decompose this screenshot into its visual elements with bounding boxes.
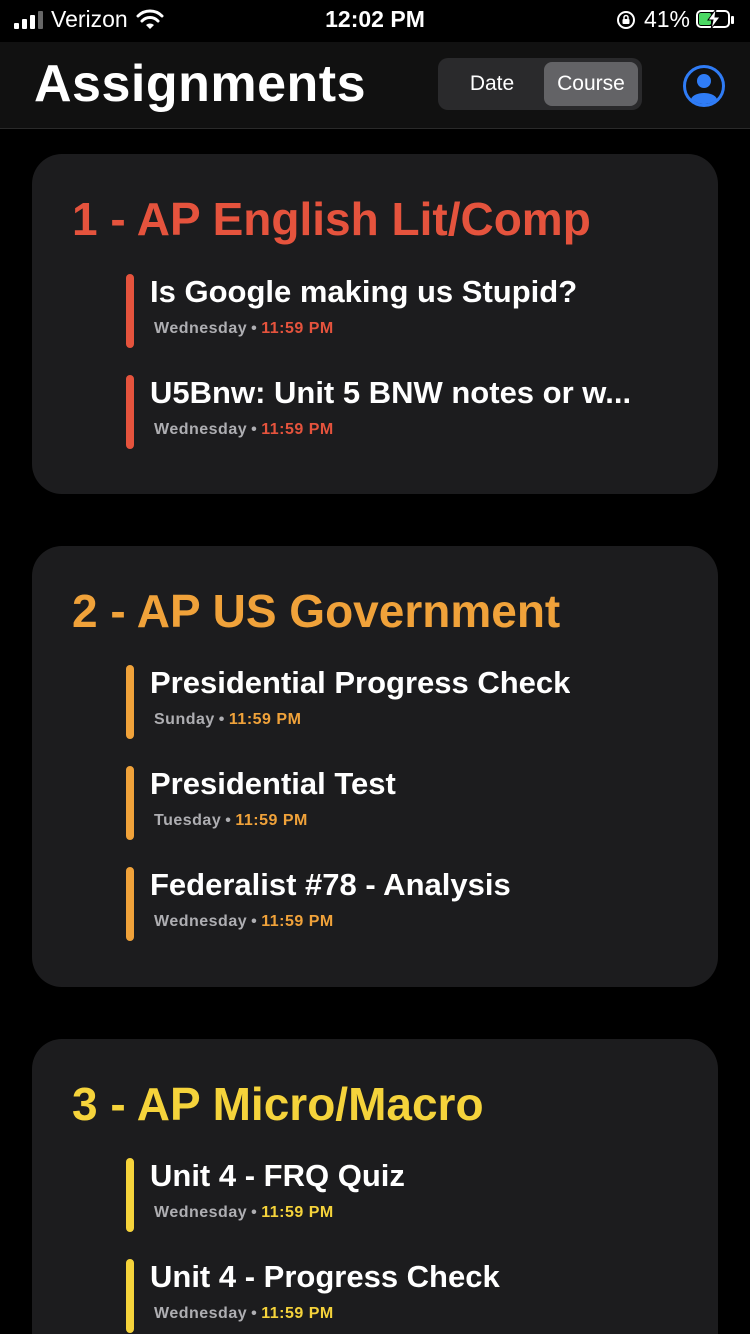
course-color-bar	[126, 1158, 134, 1232]
course-title: 2 - AP US Government	[72, 585, 561, 637]
separator-dot: •	[251, 421, 258, 438]
assignment-item[interactable]: Presidential Progress Check Sunday • 11:59…	[126, 665, 686, 739]
due-day: Tuesday	[154, 812, 222, 829]
course-color-bar	[126, 274, 134, 348]
due-day: Sunday	[154, 711, 215, 728]
assignment-name: Presidential Progress Check	[150, 665, 571, 700]
due-time: 11:59 PM	[261, 913, 334, 930]
due-day: Wednesday	[154, 1204, 248, 1221]
assignment-due: Wednesday • 11:59 PM	[154, 1305, 334, 1323]
assignment-name: Federalist #78 - Analysis	[150, 867, 511, 902]
course-card-english: 1 - AP English Lit/Comp Is Google making…	[32, 154, 718, 494]
assignment-due: Wednesday • 11:59 PM	[154, 1204, 334, 1222]
due-time: 11:59 PM	[228, 711, 302, 728]
separator-dot: •	[251, 913, 258, 930]
assignment-name: Is Google making us Stupid?	[150, 274, 578, 309]
assignment-item[interactable]: Federalist #78 - Analysis Wednesday • 11:5…	[126, 867, 686, 941]
course-color-bar	[126, 1259, 134, 1333]
nav-header: Assignments Date Course	[0, 42, 750, 129]
rotation-lock-icon	[616, 10, 635, 29]
due-time: 11:59 PM	[261, 320, 334, 337]
segment-date[interactable]: Date	[442, 62, 542, 106]
sort-segmented-control: Date Course	[438, 58, 642, 110]
assignment-item[interactable]: Presidential Test Tuesday • 11:59 PM	[126, 766, 686, 840]
assignment-item[interactable]: U5Bnw: Unit 5 BNW notes or w... Wednesda…	[126, 375, 686, 449]
assignment-name: Unit 4 - Progress Check	[150, 1259, 500, 1294]
battery-percent: 41%	[643, 6, 690, 32]
profile-icon[interactable]	[682, 64, 726, 108]
course-color-bar	[126, 375, 134, 449]
course-card-economics: 3 - AP Micro/Macro Unit 4 - FRQ Quiz Wed…	[32, 1039, 718, 1334]
battery-icon	[696, 8, 736, 30]
due-day: Wednesday	[154, 913, 248, 930]
course-title: 1 - AP English Lit/Comp	[72, 193, 591, 245]
course-color-bar	[126, 766, 134, 840]
course-color-bar	[126, 665, 134, 739]
course-card-government: 2 - AP US Government Presidential Progre…	[32, 546, 718, 987]
status-right: 41%	[616, 6, 736, 33]
due-day: Wednesday	[154, 421, 248, 438]
separator-dot: •	[225, 812, 232, 829]
assignment-name: Presidential Test	[150, 766, 396, 801]
separator-dot: •	[251, 1204, 258, 1221]
due-day: Wednesday	[154, 320, 248, 337]
assignment-name: Unit 4 - FRQ Quiz	[150, 1158, 405, 1193]
assignment-due: Wednesday • 11:59 PM	[154, 320, 334, 338]
assignment-due: Sunday • 11:59 PM	[154, 711, 301, 729]
status-bar: Verizon 12:02 PM 41%	[0, 0, 750, 42]
due-time: 11:59 PM	[261, 1305, 334, 1322]
course-color-bar	[126, 867, 134, 941]
segment-course[interactable]: Course	[544, 62, 638, 106]
course-title: 3 - AP Micro/Macro	[72, 1078, 484, 1130]
separator-dot: •	[251, 320, 258, 337]
due-time: 11:59 PM	[235, 812, 308, 829]
due-time: 11:59 PM	[261, 421, 334, 438]
assignment-due: Tuesday • 11:59 PM	[154, 812, 308, 830]
due-time: 11:59 PM	[261, 1204, 334, 1221]
assignment-due: Wednesday • 11:59 PM	[154, 913, 334, 931]
assignment-item[interactable]: Is Google making us Stupid? Wednesday • 11…	[126, 274, 686, 348]
assignment-due: Wednesday • 11:59 PM	[154, 421, 334, 439]
due-day: Wednesday	[154, 1305, 248, 1322]
page-title: Assignments	[34, 55, 367, 113]
assignment-name: U5Bnw: Unit 5 BNW notes or w...	[150, 375, 632, 410]
separator-dot: •	[218, 711, 225, 728]
assignment-item[interactable]: Unit 4 - Progress Check Wednesday • 11:59 …	[126, 1259, 686, 1333]
assignment-item[interactable]: Unit 4 - FRQ Quiz Wednesday • 11:59 PM	[126, 1158, 686, 1232]
separator-dot: •	[251, 1305, 258, 1322]
